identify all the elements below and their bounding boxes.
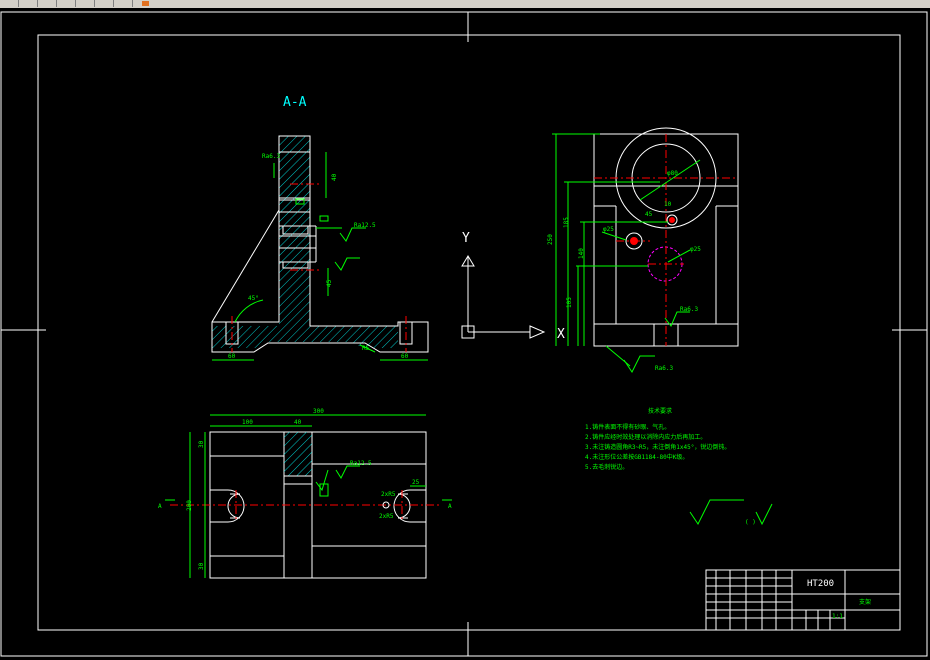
- drawing-frame: [0, 11, 928, 657]
- dim-mid: 40: [294, 419, 302, 426]
- angle-label: 45°: [248, 295, 259, 302]
- rough-side-mid: Ra6.3: [680, 306, 698, 313]
- sec-left: A: [158, 503, 162, 510]
- dim-left-w: 60: [228, 353, 236, 360]
- dim-circle: φ80: [667, 170, 678, 177]
- toolbar-button[interactable]: [95, 0, 114, 7]
- toolbar-button[interactable]: [0, 0, 19, 7]
- material-label: HT200: [807, 579, 834, 589]
- rough-top: Ra6.3: [262, 153, 280, 160]
- dim-hole2: φ25: [690, 246, 701, 253]
- front-section-view: A-A Ra6.3 40 45 Ra12.5 45° 60 60 R5: [211, 95, 429, 361]
- rough-top-view: Ra12.5: [350, 460, 372, 467]
- dim-r1: 2xR5: [381, 491, 396, 498]
- top-view: 300 100 40 200 30 30 25 2xR5 2xR5 Ra12.5…: [158, 408, 452, 579]
- sec-right: A: [448, 503, 452, 510]
- rough-side-bottom: Ra6.3: [655, 365, 673, 372]
- toolbar-button[interactable]: [114, 0, 133, 7]
- dim-w: 45: [645, 211, 653, 218]
- toolbar-button[interactable]: [19, 0, 38, 7]
- dim-h2: 140: [578, 248, 585, 259]
- general-roughness-symbol: ( ): [689, 499, 773, 526]
- axis-x-label: X: [557, 327, 565, 342]
- dim-overall: 300: [313, 408, 324, 415]
- dim-r2: 2xR5: [379, 513, 394, 520]
- dim-h1: 185: [563, 217, 570, 228]
- note-line: 1.铸件表面不得有砂眼、气孔。: [585, 423, 670, 431]
- dim-left: 100: [242, 419, 253, 426]
- dim-r: R5: [362, 345, 370, 352]
- ucs-icon: Y X: [461, 231, 565, 342]
- cad-toolbar-strip: [0, 0, 930, 8]
- dim-d2: 45: [326, 279, 333, 287]
- dim-top-h: 30: [198, 440, 205, 448]
- toolbar-button[interactable]: [76, 0, 95, 7]
- technical-notes: 技术要求 1.铸件表面不得有砂眼、气孔。 2.铸件应经时效处理以消除内应力后再加…: [585, 407, 730, 471]
- dim-right-w: 60: [401, 353, 409, 360]
- dim-gap: 10: [664, 201, 672, 208]
- dim-height: 200: [186, 500, 193, 511]
- dim-right-w: 25: [412, 479, 420, 486]
- dim-hole1: φ25: [603, 226, 614, 233]
- rough-mid: Ra12.5: [354, 222, 376, 229]
- note-line: 5.去毛刺锐边。: [585, 463, 628, 471]
- part-name: 支架: [859, 598, 871, 606]
- toolbar-button[interactable]: [38, 0, 57, 7]
- dim-bottom-h: 30: [198, 562, 205, 570]
- axis-y-label: Y: [462, 231, 470, 246]
- section-label: A-A: [283, 95, 307, 110]
- dim-h3: 105: [566, 297, 573, 308]
- side-view: 250 185 140 105 φ25 φ25 φ80 10 45 Ra6.3 …: [547, 127, 739, 373]
- paint-icon[interactable]: [140, 0, 152, 7]
- note-line: 3.未注铸造圆角R3~R5，未注倒角1x45°，锐边倒钝。: [585, 443, 730, 451]
- dim-side-height: 250: [547, 234, 554, 245]
- note-line: 2.铸件应经时效处理以消除内应力后再加工。: [585, 433, 706, 441]
- scale-label: 1:1: [832, 613, 843, 620]
- cad-drawing-canvas[interactable]: A-A Ra6.3 40 45 Ra12.5 45° 60 60 R5 Y X …: [0, 8, 930, 660]
- roughness-other: ( ): [745, 519, 756, 526]
- notes-title: 技术要求: [648, 407, 672, 415]
- note-line: 4.未注形位公差按GB1184-80中K级。: [585, 453, 688, 461]
- toolbar-button[interactable]: [57, 0, 76, 7]
- dim-d1: 40: [331, 173, 338, 181]
- title-block: HT200 支架 1:1: [705, 569, 901, 631]
